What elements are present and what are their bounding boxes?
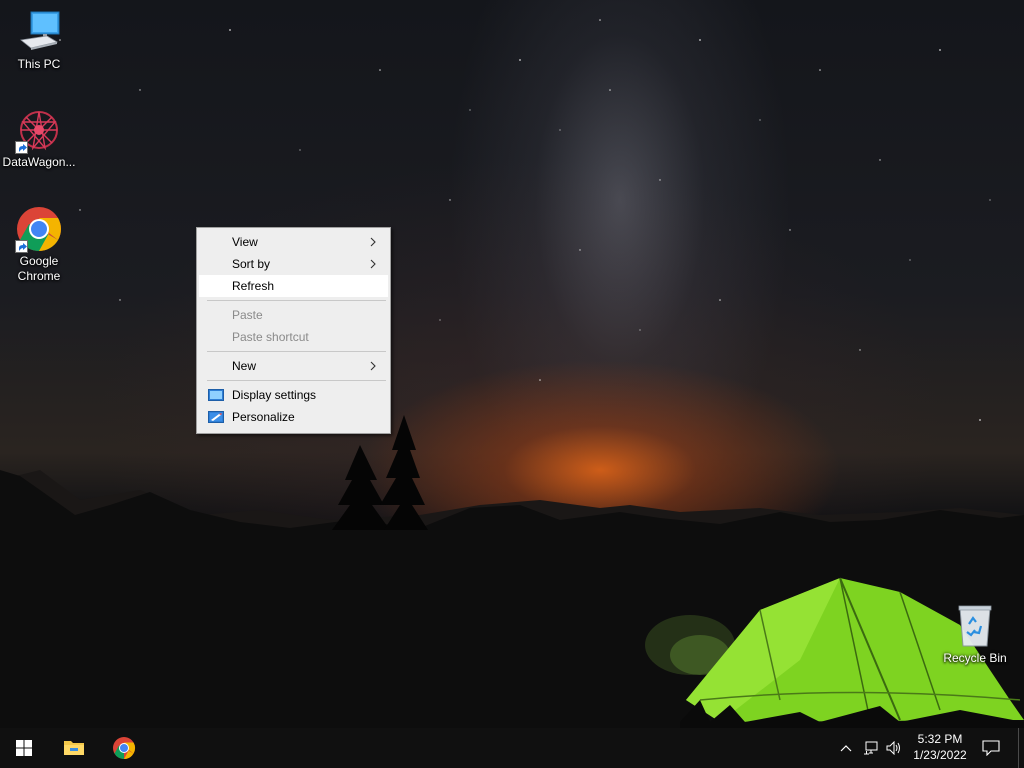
start-button[interactable] <box>0 728 48 768</box>
menu-separator <box>207 380 386 381</box>
this-pc-icon <box>15 8 63 56</box>
desktop-icon-recycle-bin[interactable]: Recycle Bin <box>937 602 1013 666</box>
desktop-icon-google-chrome[interactable]: Google Chrome <box>1 205 77 284</box>
menu-item-label: Paste <box>232 308 263 322</box>
desktop-icon-label: Recycle Bin <box>943 651 1007 665</box>
show-desktop-button[interactable] <box>1018 728 1024 768</box>
menu-item-label: New <box>232 359 257 373</box>
menu-separator <box>207 300 386 301</box>
menu-item-refresh[interactable]: Refresh <box>199 275 388 297</box>
wallpaper-scene <box>0 19 1024 730</box>
windows-logo-icon <box>16 740 32 756</box>
volume-icon <box>886 741 900 755</box>
chevron-right-icon <box>370 237 376 247</box>
menu-item-paste-shortcut[interactable]: Paste shortcut <box>199 326 388 348</box>
shortcut-arrow-icon <box>15 240 28 253</box>
desktop-icon-datawagon[interactable]: DataWagon... <box>1 106 77 170</box>
action-center-button[interactable] <box>978 736 1004 760</box>
menu-item-new[interactable]: New <box>199 355 388 377</box>
recycle-bin-icon <box>951 602 999 650</box>
chevron-up-icon <box>840 745 852 752</box>
menu-item-view[interactable]: View <box>199 231 388 253</box>
network-tray-button[interactable] <box>861 738 881 758</box>
chevron-right-icon <box>370 259 376 269</box>
menu-item-personalize[interactable]: Personalize <box>199 406 388 428</box>
chrome-icon <box>113 737 135 759</box>
display-settings-icon <box>208 389 224 401</box>
desktop-context-menu: View Sort by Refresh Paste Paste shortcu… <box>196 227 391 434</box>
menu-item-label: View <box>232 235 258 249</box>
taskbar: 5:32 PM 1/23/2022 <box>0 728 1024 768</box>
menu-item-label: Personalize <box>232 410 295 424</box>
notification-icon <box>982 740 1000 756</box>
chrome-icon <box>15 205 63 253</box>
taskbar-clock[interactable]: 5:32 PM 1/23/2022 <box>906 731 974 765</box>
clock-date: 1/23/2022 <box>913 748 967 762</box>
menu-item-label: Paste shortcut <box>232 330 309 344</box>
network-icon <box>864 741 878 755</box>
menu-item-label: Sort by <box>232 257 271 271</box>
folder-icon <box>64 741 84 755</box>
chevron-right-icon <box>370 361 376 371</box>
menu-item-display-settings[interactable]: Display settings <box>199 384 388 406</box>
personalize-icon <box>208 411 224 423</box>
taskbar-file-explorer[interactable] <box>50 728 98 768</box>
desktop-icon-label: This PC <box>17 57 61 71</box>
desktop-icon-this-pc[interactable]: This PC <box>1 8 77 72</box>
desktop-wallpaper[interactable] <box>0 0 1024 730</box>
shortcut-arrow-icon <box>15 141 28 154</box>
menu-item-label: Refresh <box>232 279 275 293</box>
clock-time: 5:32 PM <box>917 732 963 746</box>
desktop-icon-label: Google Chrome <box>17 254 61 283</box>
menu-item-sort-by[interactable]: Sort by <box>199 253 388 275</box>
taskbar-google-chrome[interactable] <box>100 728 148 768</box>
datawagon-icon <box>15 106 63 154</box>
menu-item-paste[interactable]: Paste <box>199 304 388 326</box>
show-hidden-icons-button[interactable] <box>836 738 856 758</box>
menu-item-label: Display settings <box>232 388 317 402</box>
desktop-icon-label: DataWagon... <box>2 155 76 169</box>
menu-separator <box>207 351 386 352</box>
volume-tray-button[interactable] <box>884 738 904 758</box>
